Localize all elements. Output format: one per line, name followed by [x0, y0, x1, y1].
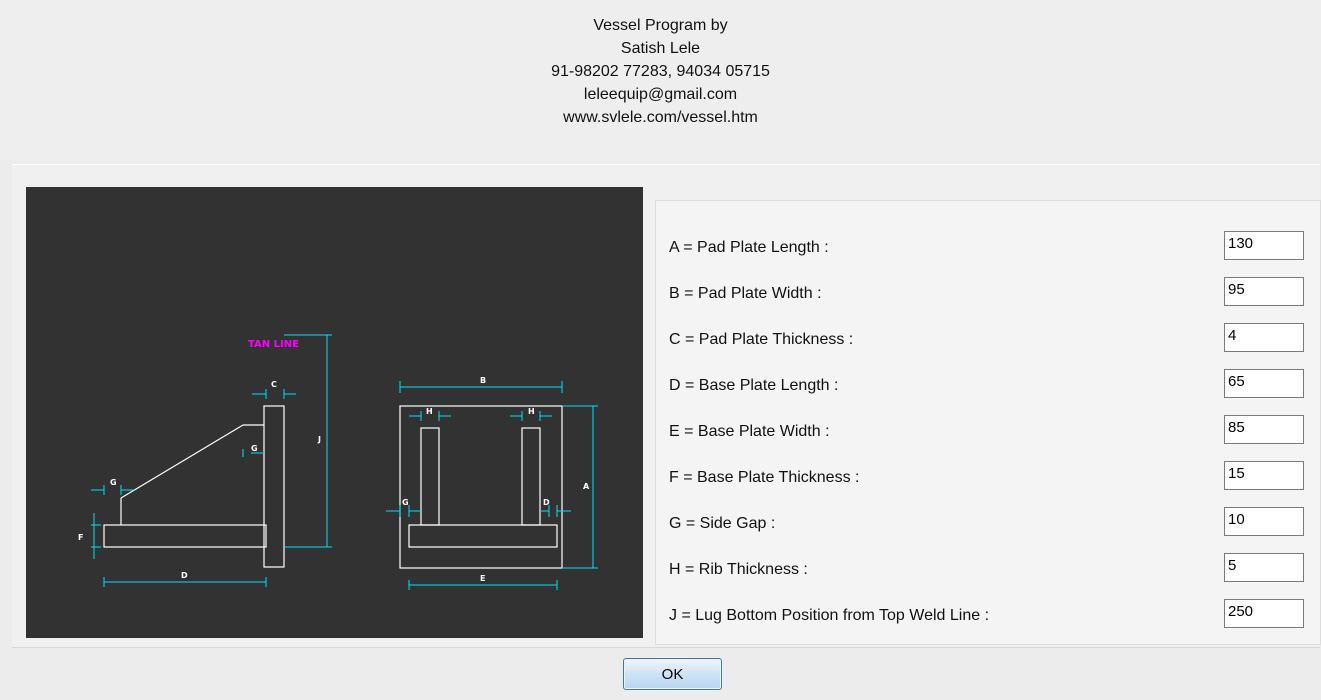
left-rib-front: [420, 427, 440, 526]
dim-label-d-front: D: [543, 498, 550, 507]
param-row-h: H = Rib Thickness :: [656, 553, 1316, 585]
param-label-a: A = Pad Plate Length :: [669, 239, 829, 256]
param-label-e: E = Base Plate Width :: [669, 423, 830, 440]
param-label-h: H = Rib Thickness :: [669, 561, 808, 578]
dim-label-g-rib: G: [251, 444, 258, 453]
param-row-g: G = Side Gap :: [656, 507, 1316, 539]
front-view-outline: [399, 405, 563, 569]
dim-label-j: J: [317, 435, 321, 444]
param-row-b: B = Pad Plate Width :: [656, 277, 1316, 309]
param-input-e[interactable]: [1224, 415, 1304, 444]
param-input-b[interactable]: [1224, 277, 1304, 306]
param-row-f: F = Base Plate Thickness :: [656, 461, 1316, 493]
param-label-d: D = Base Plate Length :: [669, 377, 839, 394]
dim-label-e: E: [480, 574, 485, 583]
credit-line-2: Satish Lele: [620, 40, 701, 57]
param-input-a[interactable]: [1224, 231, 1304, 260]
param-label-c: C = Pad Plate Thickness :: [669, 331, 854, 348]
param-input-j[interactable]: [1224, 599, 1304, 628]
dim-label-g-front: G: [402, 498, 409, 507]
dimension-labels: D B E A J C G G F H H G D: [78, 376, 590, 583]
param-label-b: B = Pad Plate Width :: [669, 285, 822, 302]
param-row-d: D = Base Plate Length :: [656, 369, 1316, 401]
right-rib-front: [521, 427, 541, 526]
credit-line-5: www.svlele.com/vessel.htm: [563, 109, 758, 126]
dim-label-h-left: H: [426, 407, 433, 416]
dim-label-a: A: [583, 482, 590, 491]
credit-line-4: leleequip@gmail.com: [583, 86, 738, 103]
lug-drawing: TAN LINE D B E A J C G G F H H G D: [26, 187, 643, 638]
pad-plate-side: [263, 405, 285, 568]
rib-side-slope: [120, 424, 244, 499]
lug-drawing-svg: TAN LINE D B E A J C G G F H H G D: [78, 334, 598, 590]
pad-plate-front: [399, 405, 563, 569]
param-input-f[interactable]: [1224, 461, 1304, 490]
param-label-j: J = Lug Bottom Position from Top Weld Li…: [669, 607, 990, 624]
program-credits: Vessel Program by Satish Lele 91-98202 7…: [0, 0, 1321, 160]
ok-button[interactable]: OK: [623, 658, 722, 690]
parameter-panel: A = Pad Plate Length : B = Pad Plate Wid…: [655, 200, 1321, 645]
base-plate-front: [408, 524, 558, 548]
param-input-d[interactable]: [1224, 369, 1304, 398]
dim-label-g: G: [110, 478, 117, 487]
param-row-a: A = Pad Plate Length :: [656, 231, 1316, 263]
param-row-e: E = Base Plate Width :: [656, 415, 1316, 447]
param-input-h[interactable]: [1224, 553, 1304, 582]
credit-line-1: Vessel Program by: [593, 17, 728, 34]
param-input-g[interactable]: [1224, 507, 1304, 536]
dim-label-c: C: [271, 380, 277, 389]
base-plate-side: [103, 524, 267, 548]
dim-label-h-right: H: [528, 407, 535, 416]
tan-line-label: TAN LINE: [248, 339, 299, 350]
side-view-outline: [103, 405, 285, 568]
dim-label-b: B: [480, 376, 486, 385]
credit-line-3: 91-98202 77283, 94034 05715: [551, 63, 770, 80]
param-label-f: F = Base Plate Thickness :: [669, 469, 860, 486]
param-row-j: J = Lug Bottom Position from Top Weld Li…: [656, 599, 1316, 631]
param-input-c[interactable]: [1224, 323, 1304, 352]
param-label-g: G = Side Gap :: [669, 515, 776, 532]
param-row-c: C = Pad Plate Thickness :: [656, 323, 1316, 355]
dim-label-d: D: [181, 571, 188, 580]
dim-label-f: F: [78, 533, 83, 542]
